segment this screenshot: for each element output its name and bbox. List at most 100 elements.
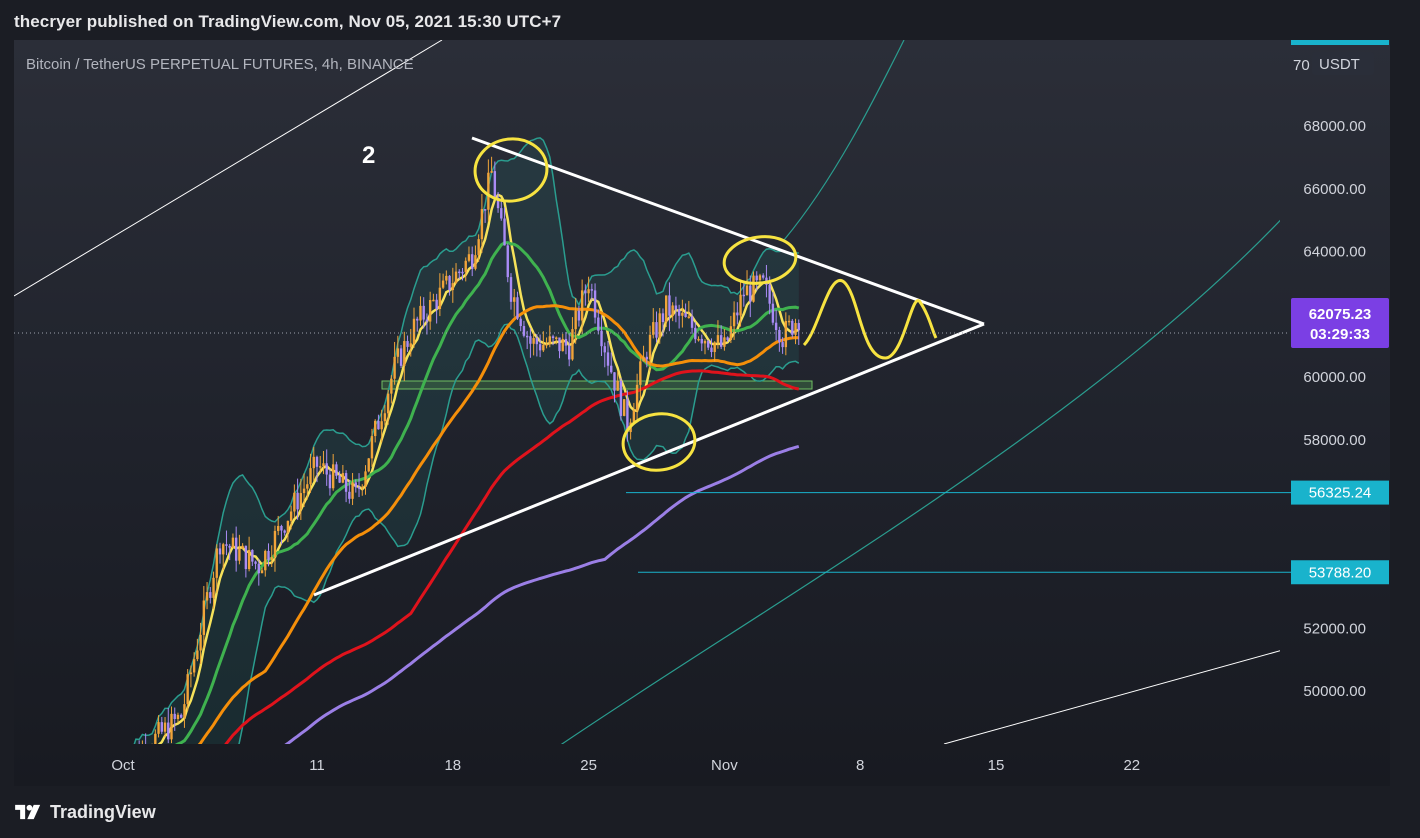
candle-body (383, 413, 387, 422)
candle-body (257, 563, 260, 574)
currency-label[interactable]: USDT (1319, 56, 1360, 73)
candle-body (723, 337, 726, 347)
candle-body (390, 378, 393, 394)
candle-body (532, 338, 535, 344)
candle-body (361, 486, 364, 489)
candle-body (732, 312, 736, 327)
candle-body (212, 577, 215, 598)
candle-body (681, 312, 684, 316)
candle-body (513, 297, 516, 302)
candle-body (312, 456, 315, 469)
candle-body (251, 549, 254, 562)
candle-body (154, 733, 157, 744)
candle-body (370, 436, 374, 459)
candle-body (558, 337, 561, 352)
candle-body (593, 290, 597, 318)
candle-body (555, 337, 558, 339)
chart-frame[interactable]: 56325.24 53788.20 Bitcoin / TetherUS PERP… (14, 40, 1390, 786)
candle-body (254, 561, 257, 564)
candle-body (377, 420, 380, 430)
price-scale[interactable]: 70 USDT 68000.00 66000.00 64000.00 60000.00… (1280, 40, 1390, 744)
chart-canvas[interactable]: 56325.24 53788.20 Bitcoin / TetherUS PERP… (14, 40, 1390, 786)
candle-body (619, 380, 623, 416)
price-scale-partial-tick: 70 (1293, 57, 1310, 74)
candle-body (648, 334, 652, 360)
time-tick-label: 11 (309, 757, 325, 774)
candle-body (577, 310, 581, 321)
candle-body (774, 322, 778, 330)
projected-wave-path (802, 278, 938, 360)
candle-body (542, 344, 545, 351)
candle-body (409, 343, 412, 347)
candle-body (645, 356, 648, 360)
candle-body (758, 275, 762, 281)
candle-body (694, 327, 697, 340)
candle-body (545, 344, 548, 346)
fib-arc-inner (783, 40, 905, 241)
candle-body (309, 468, 312, 485)
price-tick-label: 50000.00 (1303, 683, 1366, 700)
candle-body (273, 530, 277, 558)
candle-body (428, 300, 432, 322)
candle-body (422, 305, 425, 320)
candle-body (655, 322, 658, 338)
candle-body (700, 338, 703, 344)
candle-body (739, 294, 742, 316)
candle-body (768, 284, 771, 304)
candle-body (302, 488, 306, 494)
candle-body (516, 297, 519, 319)
candle-body (244, 545, 248, 570)
footer-brand[interactable]: TradingView (14, 800, 156, 824)
candle-body (642, 356, 645, 362)
current-price-value: 62075.23 (1309, 306, 1372, 323)
candle-body (674, 305, 678, 310)
candle (619, 378, 623, 421)
time-scale[interactable]: Oct 11 18 25 Nov 8 15 22 (111, 757, 1140, 774)
candle-body (493, 171, 497, 198)
candle-body (144, 748, 146, 760)
candle-body (697, 338, 700, 341)
candle-body (335, 464, 338, 476)
candle-body (483, 209, 487, 211)
candle-body (451, 283, 454, 291)
candle-body (205, 592, 209, 601)
candle-body (238, 548, 241, 561)
candle-body (603, 346, 606, 353)
candle-body (480, 209, 484, 240)
candle-body (500, 208, 503, 219)
candle-body (551, 336, 555, 339)
candle-body (215, 548, 218, 578)
bollinger-fill (134, 137, 799, 744)
candle-body (364, 471, 367, 487)
candle-body (380, 421, 383, 430)
candle-body (564, 338, 568, 346)
candle-body (209, 592, 212, 598)
chart-title: Bitcoin / TetherUS PERPETUAL FUTURES, 4h… (26, 56, 414, 73)
candle-body (322, 463, 325, 467)
candle-body (225, 544, 228, 546)
candle-body (726, 337, 729, 341)
candle-body (503, 218, 506, 246)
candle-body (771, 303, 775, 323)
candle-body (448, 275, 451, 291)
candle-body (477, 239, 480, 256)
candle-body (260, 570, 264, 574)
candle-body (487, 172, 490, 210)
wave-label-2: 2 (362, 142, 375, 169)
candle-body (170, 713, 173, 740)
price-level-value: 56325.24 (1309, 485, 1372, 502)
candle-body (202, 600, 206, 635)
price-tick-label: 68000.00 (1303, 118, 1366, 135)
candle-body (315, 456, 319, 467)
candle-body (296, 492, 299, 510)
candle-body (141, 748, 143, 760)
candle-body (597, 317, 600, 331)
candle (752, 271, 755, 303)
candle-body (199, 634, 202, 651)
candle-body (163, 722, 167, 732)
candle-body (189, 672, 193, 675)
candle-body (267, 550, 270, 560)
candle-body (176, 714, 180, 719)
channel-bottom-line (943, 650, 1280, 744)
candle-body (445, 275, 448, 281)
